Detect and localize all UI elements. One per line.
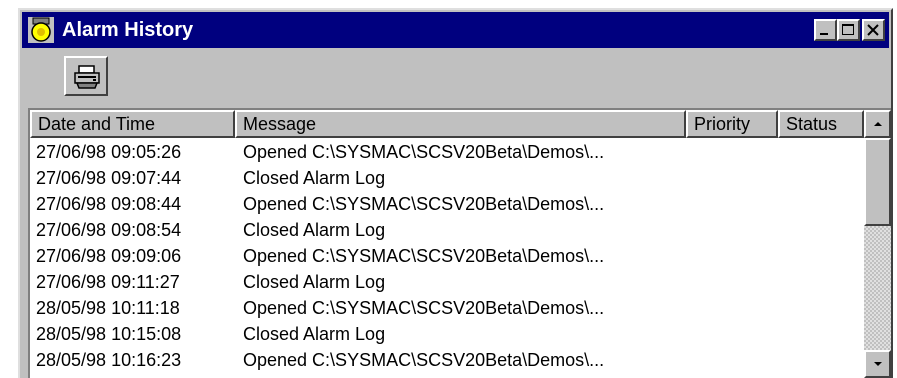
alarm-history-list[interactable]: Date and Time Message Priority Status 27… bbox=[28, 108, 891, 378]
row-message: Opened C:\SYSMAC\SCSV20Beta\Demos\... bbox=[243, 142, 605, 162]
close-icon bbox=[867, 24, 879, 36]
vertical-scrollbar[interactable] bbox=[864, 110, 891, 378]
row-date-time: 27/06/98 09:08:44 bbox=[36, 194, 182, 214]
row-message: Closed Alarm Log bbox=[243, 220, 386, 240]
alarm-bell-icon bbox=[28, 17, 54, 43]
maximize-button[interactable] bbox=[837, 19, 860, 41]
list-row[interactable]: 28/05/98 10:16:23 Opened C:\SYSMAC\SCSV2… bbox=[30, 348, 864, 374]
row-message: Opened C:\SYSMAC\SCSV20Beta\Demos\... bbox=[243, 298, 605, 318]
window-title: Alarm History bbox=[62, 19, 194, 41]
column-header-message[interactable]: Message bbox=[235, 110, 686, 138]
column-header-status[interactable]: Status bbox=[778, 110, 864, 138]
list-rows: 27/06/98 09:05:26 Opened C:\SYSMAC\SCSV2… bbox=[30, 140, 864, 378]
row-date-time: 27/06/98 09:05:26 bbox=[36, 142, 182, 162]
scroll-thumb[interactable] bbox=[864, 138, 891, 226]
column-header-date-time[interactable]: Date and Time bbox=[30, 110, 235, 138]
row-date-time: 27/06/98 09:09:06 bbox=[36, 246, 182, 266]
row-date-time: 27/06/98 09:07:44 bbox=[36, 168, 182, 188]
list-row[interactable]: 27/06/98 09:05:26 Opened C:\SYSMAC\SCSV2… bbox=[30, 140, 864, 166]
scroll-down-arrow-icon bbox=[874, 362, 882, 366]
alarm-history-window: Alarm History Date and Time Message Prio… bbox=[18, 8, 893, 378]
row-message: Opened C:\SYSMAC\SCSV20Beta\Demos\... bbox=[243, 194, 605, 214]
scroll-up-arrow-icon bbox=[874, 122, 882, 126]
row-message: Closed Alarm Log bbox=[243, 272, 386, 292]
list-row[interactable]: 28/05/98 10:15:08 Closed Alarm Log bbox=[30, 322, 864, 348]
list-row[interactable]: 27/06/98 09:08:54 Closed Alarm Log bbox=[30, 218, 864, 244]
list-header: Date and Time Message Priority Status bbox=[30, 110, 864, 138]
row-date-time: 27/06/98 09:11:27 bbox=[36, 272, 180, 292]
row-date-time: 28/05/98 10:15:08 bbox=[36, 324, 182, 344]
minimize-icon bbox=[820, 33, 828, 35]
list-row[interactable]: 27/06/98 09:07:44 Closed Alarm Log bbox=[30, 166, 864, 192]
maximize-icon bbox=[842, 24, 854, 35]
row-message: Opened C:\SYSMAC\SCSV20Beta\Demos\... bbox=[243, 350, 605, 370]
row-date-time: 28/05/98 10:16:23 bbox=[36, 350, 182, 370]
row-date-time: 27/06/98 09:08:54 bbox=[36, 220, 182, 240]
printer-icon bbox=[74, 65, 100, 89]
list-row[interactable]: 27/06/98 09:09:06 Opened C:\SYSMAC\SCSV2… bbox=[30, 244, 864, 270]
row-message: Opened C:\SYSMAC\SCSV20Beta\Demos\... bbox=[243, 246, 605, 266]
list-row[interactable]: 27/06/98 09:11:27 Closed Alarm Log bbox=[30, 270, 864, 296]
list-row[interactable]: 28/05/98 10:11:18 Opened C:\SYSMAC\SCSV2… bbox=[30, 296, 864, 322]
title-bar[interactable]: Alarm History bbox=[22, 12, 889, 48]
print-button[interactable] bbox=[64, 56, 108, 96]
row-message: Closed Alarm Log bbox=[243, 168, 386, 188]
scroll-down-button[interactable] bbox=[864, 350, 891, 378]
row-message: Closed Alarm Log bbox=[243, 324, 386, 344]
close-button[interactable] bbox=[862, 19, 885, 41]
column-header-priority[interactable]: Priority bbox=[686, 110, 778, 138]
toolbar bbox=[22, 50, 889, 104]
row-date-time: 28/05/98 10:11:18 bbox=[36, 298, 180, 318]
list-row[interactable]: 27/06/98 09:08:44 Opened C:\SYSMAC\SCSV2… bbox=[30, 192, 864, 218]
page: Alarm History Date and Time Message Prio… bbox=[0, 0, 897, 378]
minimize-button[interactable] bbox=[814, 19, 837, 41]
scroll-up-button[interactable] bbox=[864, 110, 891, 138]
